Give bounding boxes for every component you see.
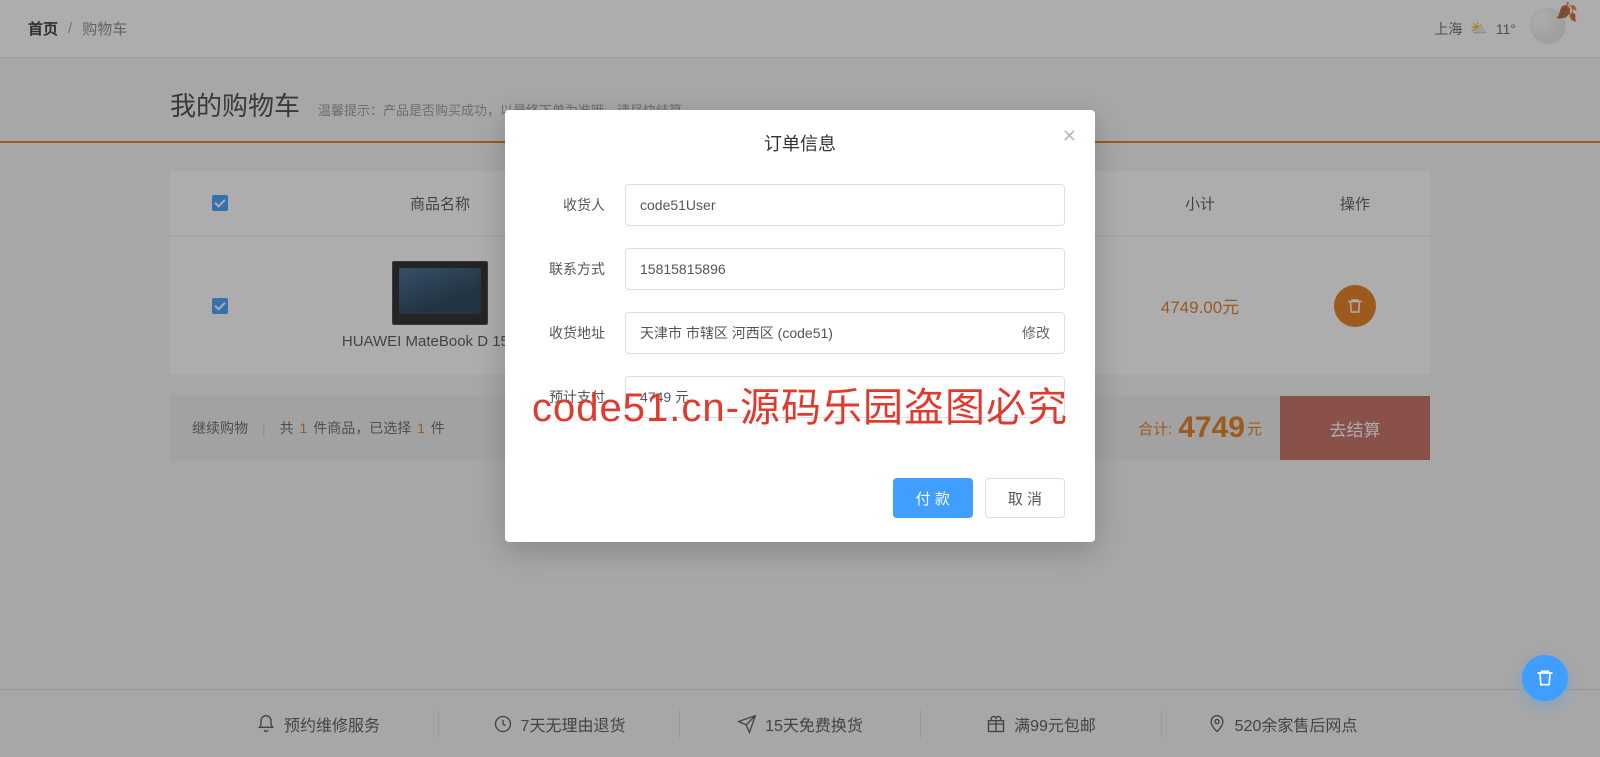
address-modify-link[interactable]: 修改 xyxy=(1022,323,1050,343)
consignee-label: 收货人 xyxy=(535,195,625,215)
contact-label: 联系方式 xyxy=(535,259,625,279)
modal-title: 订单信息 xyxy=(535,130,1065,156)
trash-icon xyxy=(1535,668,1555,688)
address-field[interactable]: 天津市 市辖区 河西区 (code51) 修改 xyxy=(625,312,1065,354)
close-icon: ✕ xyxy=(1062,126,1077,146)
cancel-button[interactable]: 取 消 xyxy=(985,478,1065,518)
consignee-input[interactable] xyxy=(625,184,1065,226)
modal-overlay[interactable]: ✕ 订单信息 收货人 联系方式 收货地址 天津市 市辖区 河西区 (code51… xyxy=(0,0,1600,757)
modal-close-button[interactable]: ✕ xyxy=(1062,126,1077,147)
address-value: 天津市 市辖区 河西区 (code51) xyxy=(640,323,833,343)
address-label: 收货地址 xyxy=(535,323,625,343)
contact-input[interactable] xyxy=(625,248,1065,290)
estimate-label: 预计支付 xyxy=(535,387,625,407)
pay-button[interactable]: 付 款 xyxy=(893,478,973,518)
floating-trash-button[interactable] xyxy=(1522,655,1568,701)
order-info-modal: ✕ 订单信息 收货人 联系方式 收货地址 天津市 市辖区 河西区 (code51… xyxy=(505,110,1095,542)
estimate-input[interactable] xyxy=(625,376,1065,418)
